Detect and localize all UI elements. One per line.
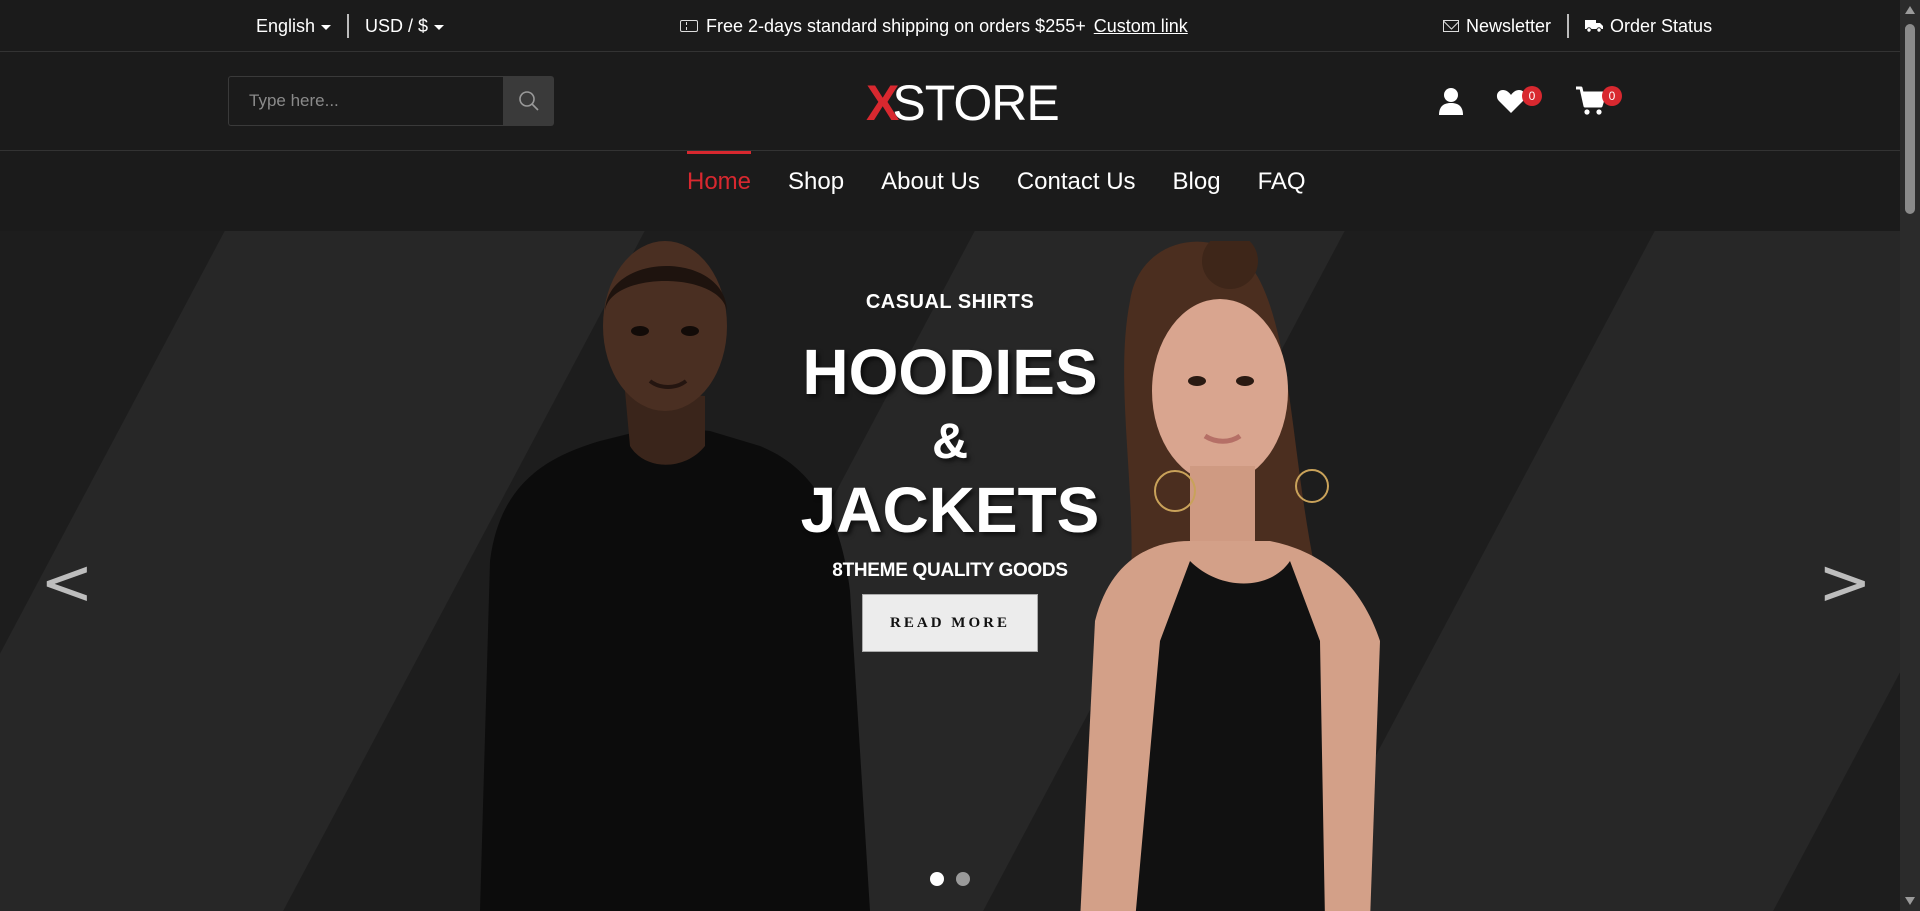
wishlist-count-badge: 0 <box>1522 86 1542 106</box>
nav-item-about-us[interactable]: About Us <box>881 151 980 231</box>
slider-dot[interactable] <box>956 872 970 886</box>
locale-selectors: English USD / $ <box>256 0 445 52</box>
order-status-label: Order Status <box>1610 15 1713 36</box>
search-input[interactable] <box>228 76 503 126</box>
hero-slider: < > CASUAL SHIRTS HOODIES & JACKETS 8THE… <box>0 231 1900 911</box>
hero-headline-line3: JACKETS <box>800 474 1100 546</box>
currency-label: USD / $ <box>365 15 429 36</box>
promo-banner: Free 2-days standard shipping on orders … <box>680 0 1188 52</box>
hero-content: CASUAL SHIRTS HOODIES & JACKETS 8THEME Q… <box>700 291 1200 652</box>
user-icon <box>1439 88 1463 115</box>
hero-headline-ampersand: & <box>931 413 969 469</box>
nav-item-faq[interactable]: FAQ <box>1258 151 1306 231</box>
scroll-down-arrow-icon[interactable] <box>1905 897 1915 905</box>
custom-link[interactable]: Custom link <box>1094 16 1188 37</box>
divider <box>347 14 350 38</box>
cart-button[interactable]: 0 <box>1574 84 1622 118</box>
top-bar: English USD / $ Free 2-days standard shi… <box>0 0 1900 52</box>
divider <box>1567 14 1570 38</box>
account-button[interactable] <box>1434 84 1468 118</box>
page-scrollbar[interactable] <box>1900 0 1920 911</box>
hero-eyebrow: CASUAL SHIRTS <box>865 291 1035 313</box>
language-label: English <box>256 15 316 36</box>
nav-item-blog[interactable]: Blog <box>1173 151 1221 231</box>
newsletter-link[interactable]: Newsletter <box>1443 16 1551 37</box>
scrollbar-thumb[interactable] <box>1905 24 1915 214</box>
newsletter-label: Newsletter <box>1466 15 1552 36</box>
language-dropdown[interactable]: English <box>256 15 332 37</box>
ticket-icon <box>680 20 698 32</box>
slider-dot[interactable] <box>930 872 944 886</box>
cart-count-badge: 0 <box>1602 86 1622 106</box>
site-header: X STORE 0 0 <box>0 52 1900 151</box>
hero-tagline: 8THEME QUALITY GOODS <box>832 560 1068 581</box>
caret-down-icon <box>321 24 332 30</box>
slider-prev-button[interactable]: < <box>40 546 94 620</box>
hero-headline-line1: HOODIES <box>802 336 1098 408</box>
search-form <box>228 76 554 126</box>
truck-icon <box>1585 20 1604 33</box>
currency-dropdown[interactable]: USD / $ <box>365 15 445 37</box>
logo-store: STORE <box>892 75 1059 131</box>
nav-item-shop[interactable]: Shop <box>788 151 844 231</box>
nav-item-home[interactable]: Home <box>687 151 752 231</box>
read-more-button[interactable]: READ MORE <box>862 594 1038 652</box>
search-icon <box>518 91 539 111</box>
slider-next-button[interactable]: > <box>1818 546 1872 620</box>
nav-list: Home Shop About Us Contact Us Blog FAQ <box>687 151 1306 231</box>
caret-down-icon <box>434 24 445 30</box>
site-logo[interactable]: X STORE <box>866 74 1060 132</box>
header-actions: 0 0 <box>1434 84 1622 118</box>
promo-text: Free 2-days standard shipping on orders … <box>706 15 1086 36</box>
envelope-icon <box>1443 20 1459 32</box>
main-nav: Home Shop About Us Contact Us Blog FAQ <box>0 151 1900 231</box>
slider-dots <box>930 872 970 886</box>
order-status-link[interactable]: Order Status <box>1585 16 1712 37</box>
search-button[interactable] <box>503 76 554 126</box>
nav-item-contact-us[interactable]: Contact Us <box>1017 151 1136 231</box>
top-links: Newsletter Order Status <box>1443 0 1712 52</box>
scroll-up-arrow-icon[interactable] <box>1905 6 1915 14</box>
wishlist-button[interactable]: 0 <box>1494 84 1542 118</box>
